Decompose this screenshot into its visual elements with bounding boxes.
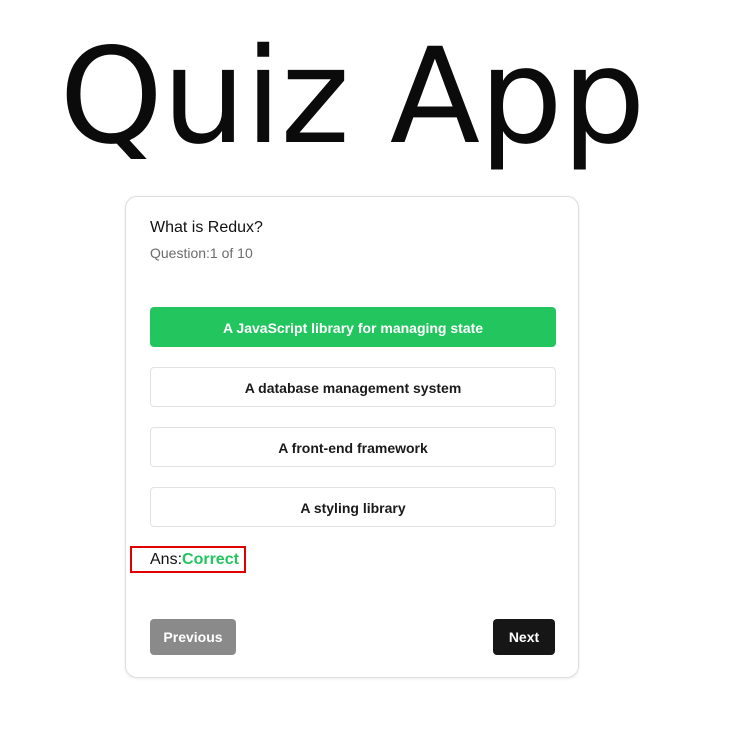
answer-result: Correct	[182, 551, 239, 568]
option-button-4[interactable]: A styling library	[150, 487, 556, 527]
next-button[interactable]: Next	[493, 619, 555, 655]
answer-status: Ans:Correct	[150, 551, 239, 569]
option-button-1[interactable]: A JavaScript library for managing state	[150, 307, 556, 347]
previous-button[interactable]: Previous	[150, 619, 236, 655]
question-counter: Question:1 of 10	[150, 245, 253, 261]
option-button-3[interactable]: A front-end framework	[150, 427, 556, 467]
answer-prefix: Ans:	[150, 551, 183, 568]
question-text: What is Redux?	[150, 219, 263, 236]
quiz-card: What is Redux? Question:1 of 10 A JavaSc…	[125, 196, 579, 678]
option-button-2[interactable]: A database management system	[150, 367, 556, 407]
app-title: Quiz App	[59, 20, 645, 174]
